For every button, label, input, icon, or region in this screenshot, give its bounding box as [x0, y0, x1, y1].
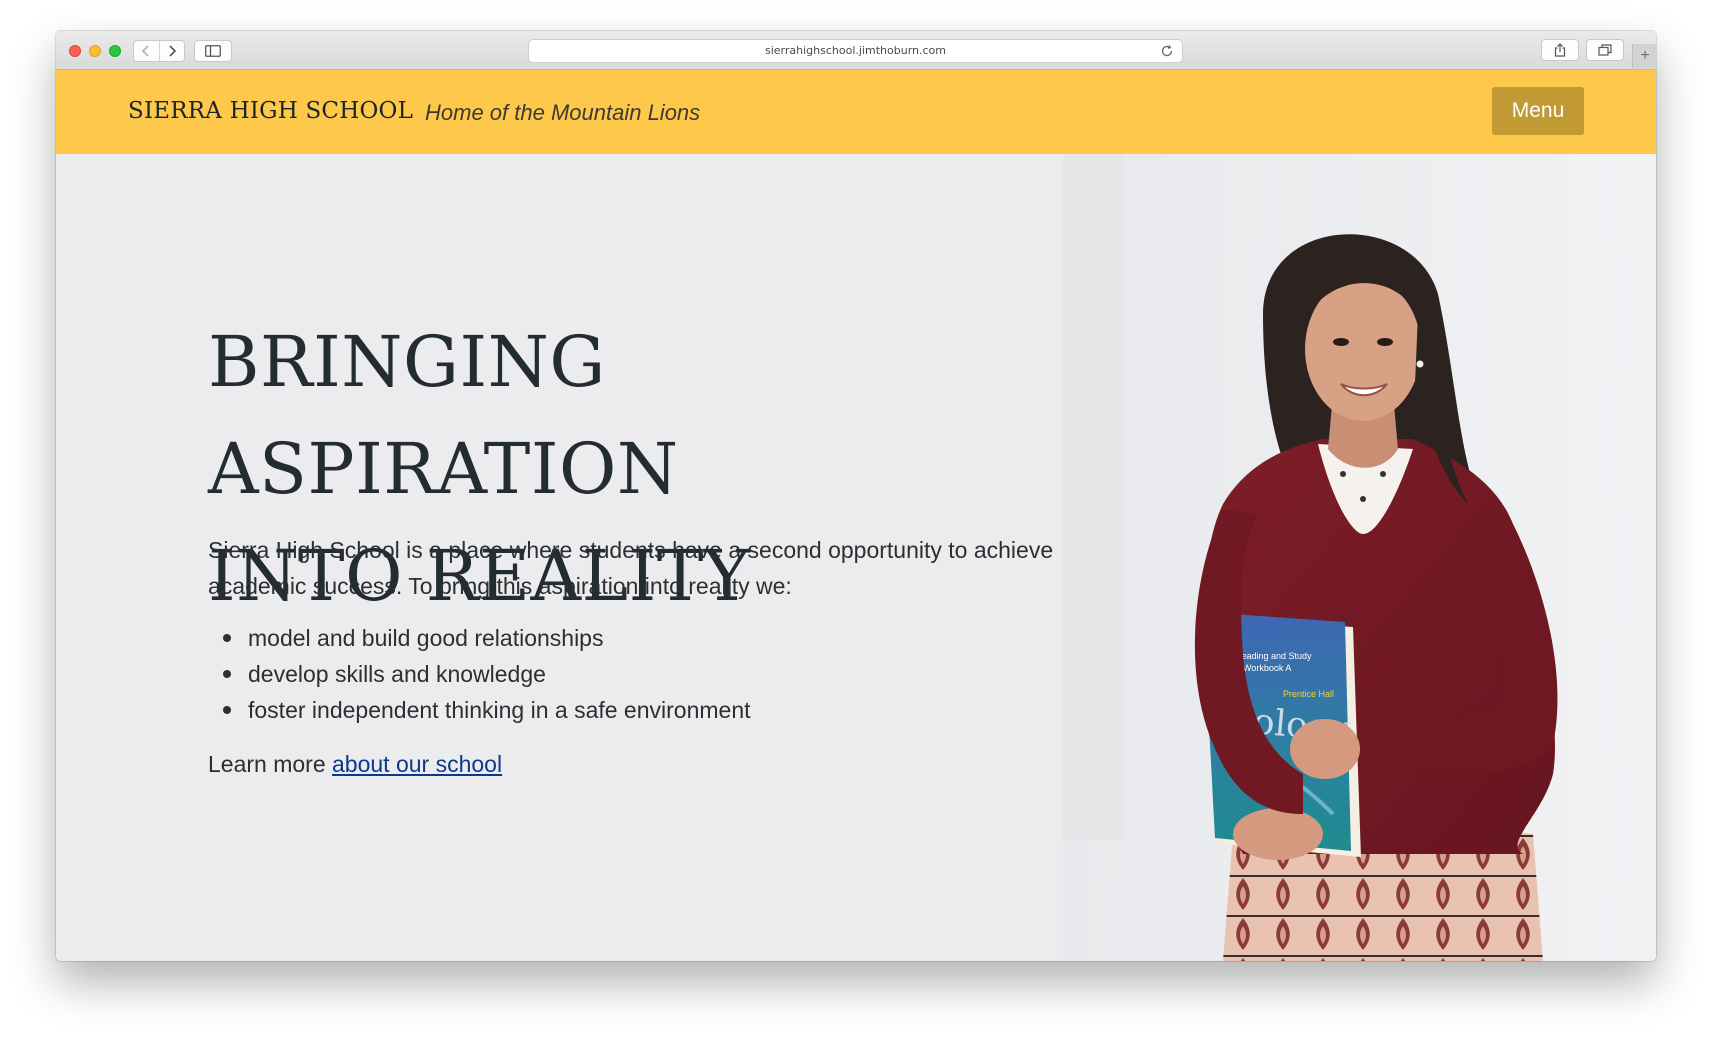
svg-text:Prentice Hall: Prentice Hall — [1283, 689, 1334, 699]
site-title[interactable]: SIERRA HIGH SCHOOL — [128, 98, 413, 124]
intro-paragraph: Sierra High School is a place where stud… — [208, 537, 1054, 599]
site-tagline: Home of the Mountain Lions — [425, 100, 701, 125]
back-button[interactable] — [134, 41, 159, 61]
svg-text:Workbook A: Workbook A — [1243, 663, 1291, 673]
browser-window: sierrahighschool.jimthoburn.com + SIERRA… — [56, 31, 1656, 961]
student-photo: Reading and Study Workbook A Prentice Ha… — [1063, 154, 1656, 961]
learn-more-prefix: Learn more — [208, 751, 326, 777]
chevron-right-icon — [169, 45, 176, 57]
address-bar[interactable]: sierrahighschool.jimthoburn.com — [528, 39, 1183, 63]
share-button[interactable] — [1541, 39, 1579, 61]
site-header: SIERRA HIGH SCHOOL Home of the Mountain … — [56, 70, 1656, 154]
minimize-window-button[interactable] — [89, 45, 101, 57]
about-school-link[interactable]: about our school — [332, 751, 502, 777]
show-tabs-button[interactable] — [1586, 39, 1624, 61]
plus-icon: + — [1640, 47, 1650, 64]
forward-button[interactable] — [158, 41, 185, 61]
reload-icon[interactable] — [1160, 44, 1174, 58]
hero-section: BRINGING ASPIRATION INTO REALITY Sierra … — [56, 154, 1656, 961]
url-text: sierrahighschool.jimthoburn.com — [765, 44, 946, 57]
list-item: model and build good relationships — [223, 620, 1068, 656]
menu-button[interactable]: Menu — [1492, 87, 1584, 135]
new-tab-button[interactable]: + — [1632, 44, 1656, 68]
list-item: foster independent thinking in a safe en… — [223, 692, 1068, 728]
sidebar-toggle-button[interactable] — [194, 40, 232, 62]
sidebar-icon — [205, 45, 221, 57]
tabs-icon — [1598, 44, 1612, 56]
headline-line-1: BRINGING ASPIRATION — [208, 321, 679, 510]
history-navigation — [133, 40, 185, 62]
close-window-button[interactable] — [69, 45, 81, 57]
share-icon — [1554, 43, 1566, 57]
zoom-window-button[interactable] — [109, 45, 121, 57]
list-item: develop skills and knowledge — [223, 656, 1068, 692]
goals-list: model and build good relationships devel… — [208, 620, 1068, 728]
browser-toolbar: sierrahighschool.jimthoburn.com + — [56, 31, 1656, 70]
chevron-left-icon — [142, 45, 149, 57]
learn-more: Learn more about our school — [208, 746, 502, 782]
svg-text:Reading and Study: Reading and Study — [1235, 651, 1312, 661]
